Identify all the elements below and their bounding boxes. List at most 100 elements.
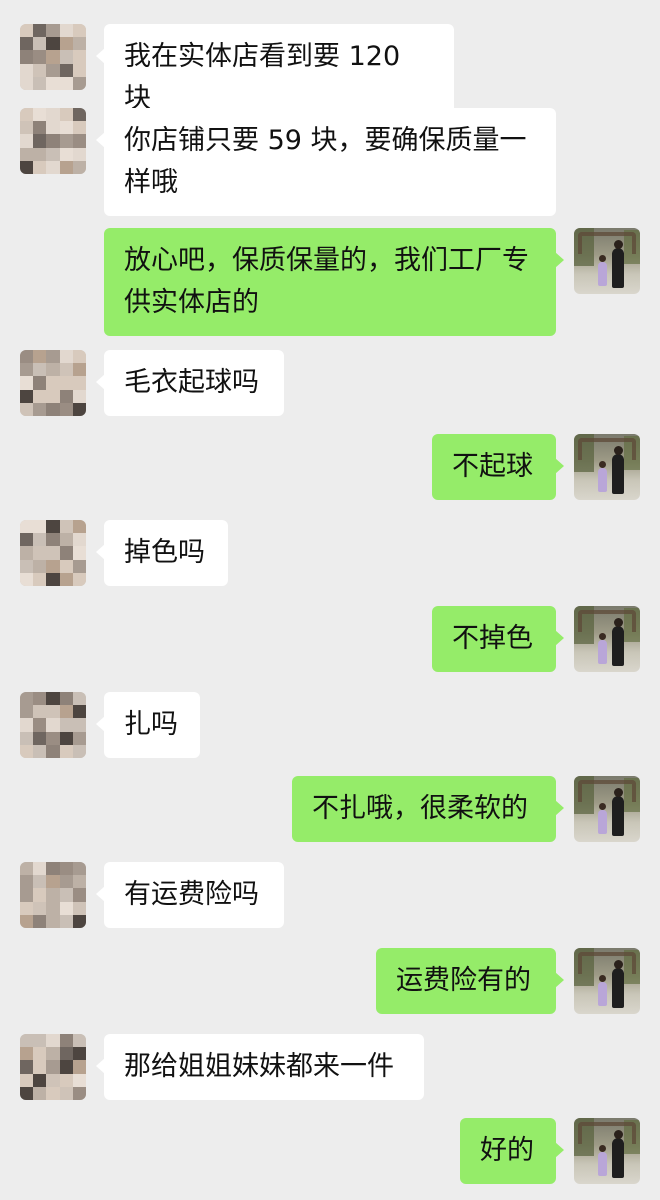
avatar-mosaic-tile xyxy=(72,1047,86,1061)
avatar-mosaic-tile xyxy=(59,350,73,364)
avatar-mosaic-tile xyxy=(33,147,47,161)
avatar-mosaic-tile xyxy=(72,1073,86,1087)
avatar-mosaic-tile xyxy=(72,402,86,416)
outgoing-message-bubble[interactable]: 不扎哦，很柔软的 xyxy=(292,776,564,842)
avatar-mosaic-tile xyxy=(20,520,34,534)
avatar-mosaic-tile xyxy=(72,76,86,90)
avatar-mosaic-tile xyxy=(33,901,47,915)
avatar-mosaic-tile xyxy=(59,1047,73,1061)
avatar-photo-detail xyxy=(612,788,624,836)
avatar-mosaic-tile xyxy=(46,108,60,122)
chat-message-list[interactable]: 我在实体店看到要 120 块 你店铺只要 59 块，要确保质量一样哦 放心吧，保… xyxy=(0,0,660,1200)
avatar-mosaic-tile xyxy=(46,914,60,928)
avatar-mosaic-tile xyxy=(33,376,47,390)
avatar-mosaic-tile xyxy=(46,402,60,416)
avatar-mosaic-tile xyxy=(59,731,73,745)
avatar-mosaic-tile xyxy=(72,24,86,38)
avatar-mosaic-tile xyxy=(33,862,47,876)
avatar-mosaic-tile xyxy=(20,705,34,719)
self-avatar[interactable] xyxy=(574,1118,640,1184)
avatar-mosaic-tile xyxy=(59,705,73,719)
avatar-mosaic-tile xyxy=(33,572,47,586)
avatar-mosaic-tile xyxy=(72,350,86,364)
incoming-message-bubble[interactable]: 掉色吗 xyxy=(96,520,228,586)
avatar-photo-detail xyxy=(578,438,636,460)
avatar-mosaic-tile xyxy=(46,1060,60,1074)
avatar-mosaic-tile xyxy=(33,718,47,732)
avatar-mosaic-tile xyxy=(20,376,34,390)
avatar-mosaic-tile xyxy=(46,1047,60,1061)
avatar-mosaic-tile xyxy=(20,888,34,902)
outgoing-message-bubble[interactable]: 运费险有的 xyxy=(376,948,564,1014)
self-avatar[interactable] xyxy=(574,948,640,1014)
contact-avatar[interactable] xyxy=(20,1034,86,1100)
avatar-mosaic-tile xyxy=(59,389,73,403)
avatar-mosaic-tile xyxy=(46,875,60,889)
avatar-mosaic-tile xyxy=(72,692,86,706)
self-avatar[interactable] xyxy=(574,606,640,672)
avatar-mosaic-tile xyxy=(33,63,47,77)
outgoing-message-bubble[interactable]: 不掉色 xyxy=(432,606,564,672)
self-avatar[interactable] xyxy=(574,228,640,294)
outgoing-message-bubble[interactable]: 放心吧，保质保量的，我们工厂专供实体店的 xyxy=(104,228,564,336)
outgoing-message-bubble[interactable]: 不起球 xyxy=(432,434,564,500)
avatar-mosaic-tile xyxy=(20,1073,34,1087)
avatar-mosaic-tile xyxy=(20,24,34,38)
avatar-mosaic-tile xyxy=(72,559,86,573)
outgoing-message-bubble[interactable]: 好的 xyxy=(460,1118,564,1184)
contact-avatar[interactable] xyxy=(20,24,86,90)
avatar-mosaic-tile xyxy=(72,546,86,560)
avatar-mosaic-tile xyxy=(20,914,34,928)
contact-avatar[interactable] xyxy=(20,862,86,928)
avatar-mosaic-tile xyxy=(59,744,73,758)
avatar-mosaic-tile xyxy=(33,121,47,135)
incoming-message-bubble[interactable]: 有运费险吗 xyxy=(96,862,284,928)
avatar-mosaic-tile xyxy=(59,888,73,902)
incoming-message-bubble[interactable]: 毛衣起球吗 xyxy=(96,350,284,416)
avatar-mosaic-tile xyxy=(20,901,34,915)
avatar-mosaic-tile xyxy=(33,520,47,534)
avatar-mosaic-tile xyxy=(59,718,73,732)
avatar-mosaic-tile xyxy=(59,376,73,390)
avatar-mosaic-tile xyxy=(46,559,60,573)
avatar-mosaic-tile xyxy=(72,389,86,403)
self-avatar[interactable] xyxy=(574,434,640,500)
avatar-photo-detail xyxy=(578,952,636,974)
contact-avatar[interactable] xyxy=(20,350,86,416)
avatar-mosaic-tile xyxy=(59,1073,73,1087)
avatar-mosaic-tile xyxy=(59,1060,73,1074)
avatar-mosaic-tile xyxy=(46,533,60,547)
contact-avatar[interactable] xyxy=(20,692,86,758)
avatar-mosaic-tile xyxy=(46,520,60,534)
avatar-mosaic-tile xyxy=(59,901,73,915)
avatar-mosaic-tile xyxy=(72,875,86,889)
avatar-mosaic-tile xyxy=(20,1086,34,1100)
avatar-mosaic-tile xyxy=(33,76,47,90)
avatar-mosaic-tile xyxy=(59,862,73,876)
incoming-message-bubble[interactable]: 你店铺只要 59 块，要确保质量一样哦 xyxy=(96,108,556,216)
incoming-message-bubble[interactable]: 那给姐姐妹妹都来一件 xyxy=(96,1034,424,1100)
avatar-mosaic-tile xyxy=(46,76,60,90)
avatar-mosaic-tile xyxy=(33,160,47,174)
avatar-mosaic-tile xyxy=(72,134,86,148)
avatar-mosaic-tile xyxy=(46,147,60,161)
avatar-mosaic-tile xyxy=(20,862,34,876)
contact-avatar[interactable] xyxy=(20,520,86,586)
contact-avatar[interactable] xyxy=(20,108,86,174)
avatar-mosaic-tile xyxy=(20,559,34,573)
avatar-mosaic-tile xyxy=(46,862,60,876)
self-avatar[interactable] xyxy=(574,776,640,842)
avatar-mosaic-tile xyxy=(33,134,47,148)
avatar-mosaic-tile xyxy=(72,914,86,928)
avatar-mosaic-tile xyxy=(59,1086,73,1100)
avatar-mosaic-tile xyxy=(72,121,86,135)
avatar-mosaic-tile xyxy=(72,718,86,732)
incoming-message-bubble[interactable]: 扎吗 xyxy=(96,692,200,758)
avatar-mosaic-tile xyxy=(46,134,60,148)
avatar-mosaic-tile xyxy=(46,744,60,758)
avatar-mosaic-tile xyxy=(46,389,60,403)
avatar-mosaic-tile xyxy=(46,572,60,586)
avatar-mosaic-tile xyxy=(33,875,47,889)
avatar-mosaic-tile xyxy=(72,901,86,915)
avatar-mosaic-tile xyxy=(72,705,86,719)
